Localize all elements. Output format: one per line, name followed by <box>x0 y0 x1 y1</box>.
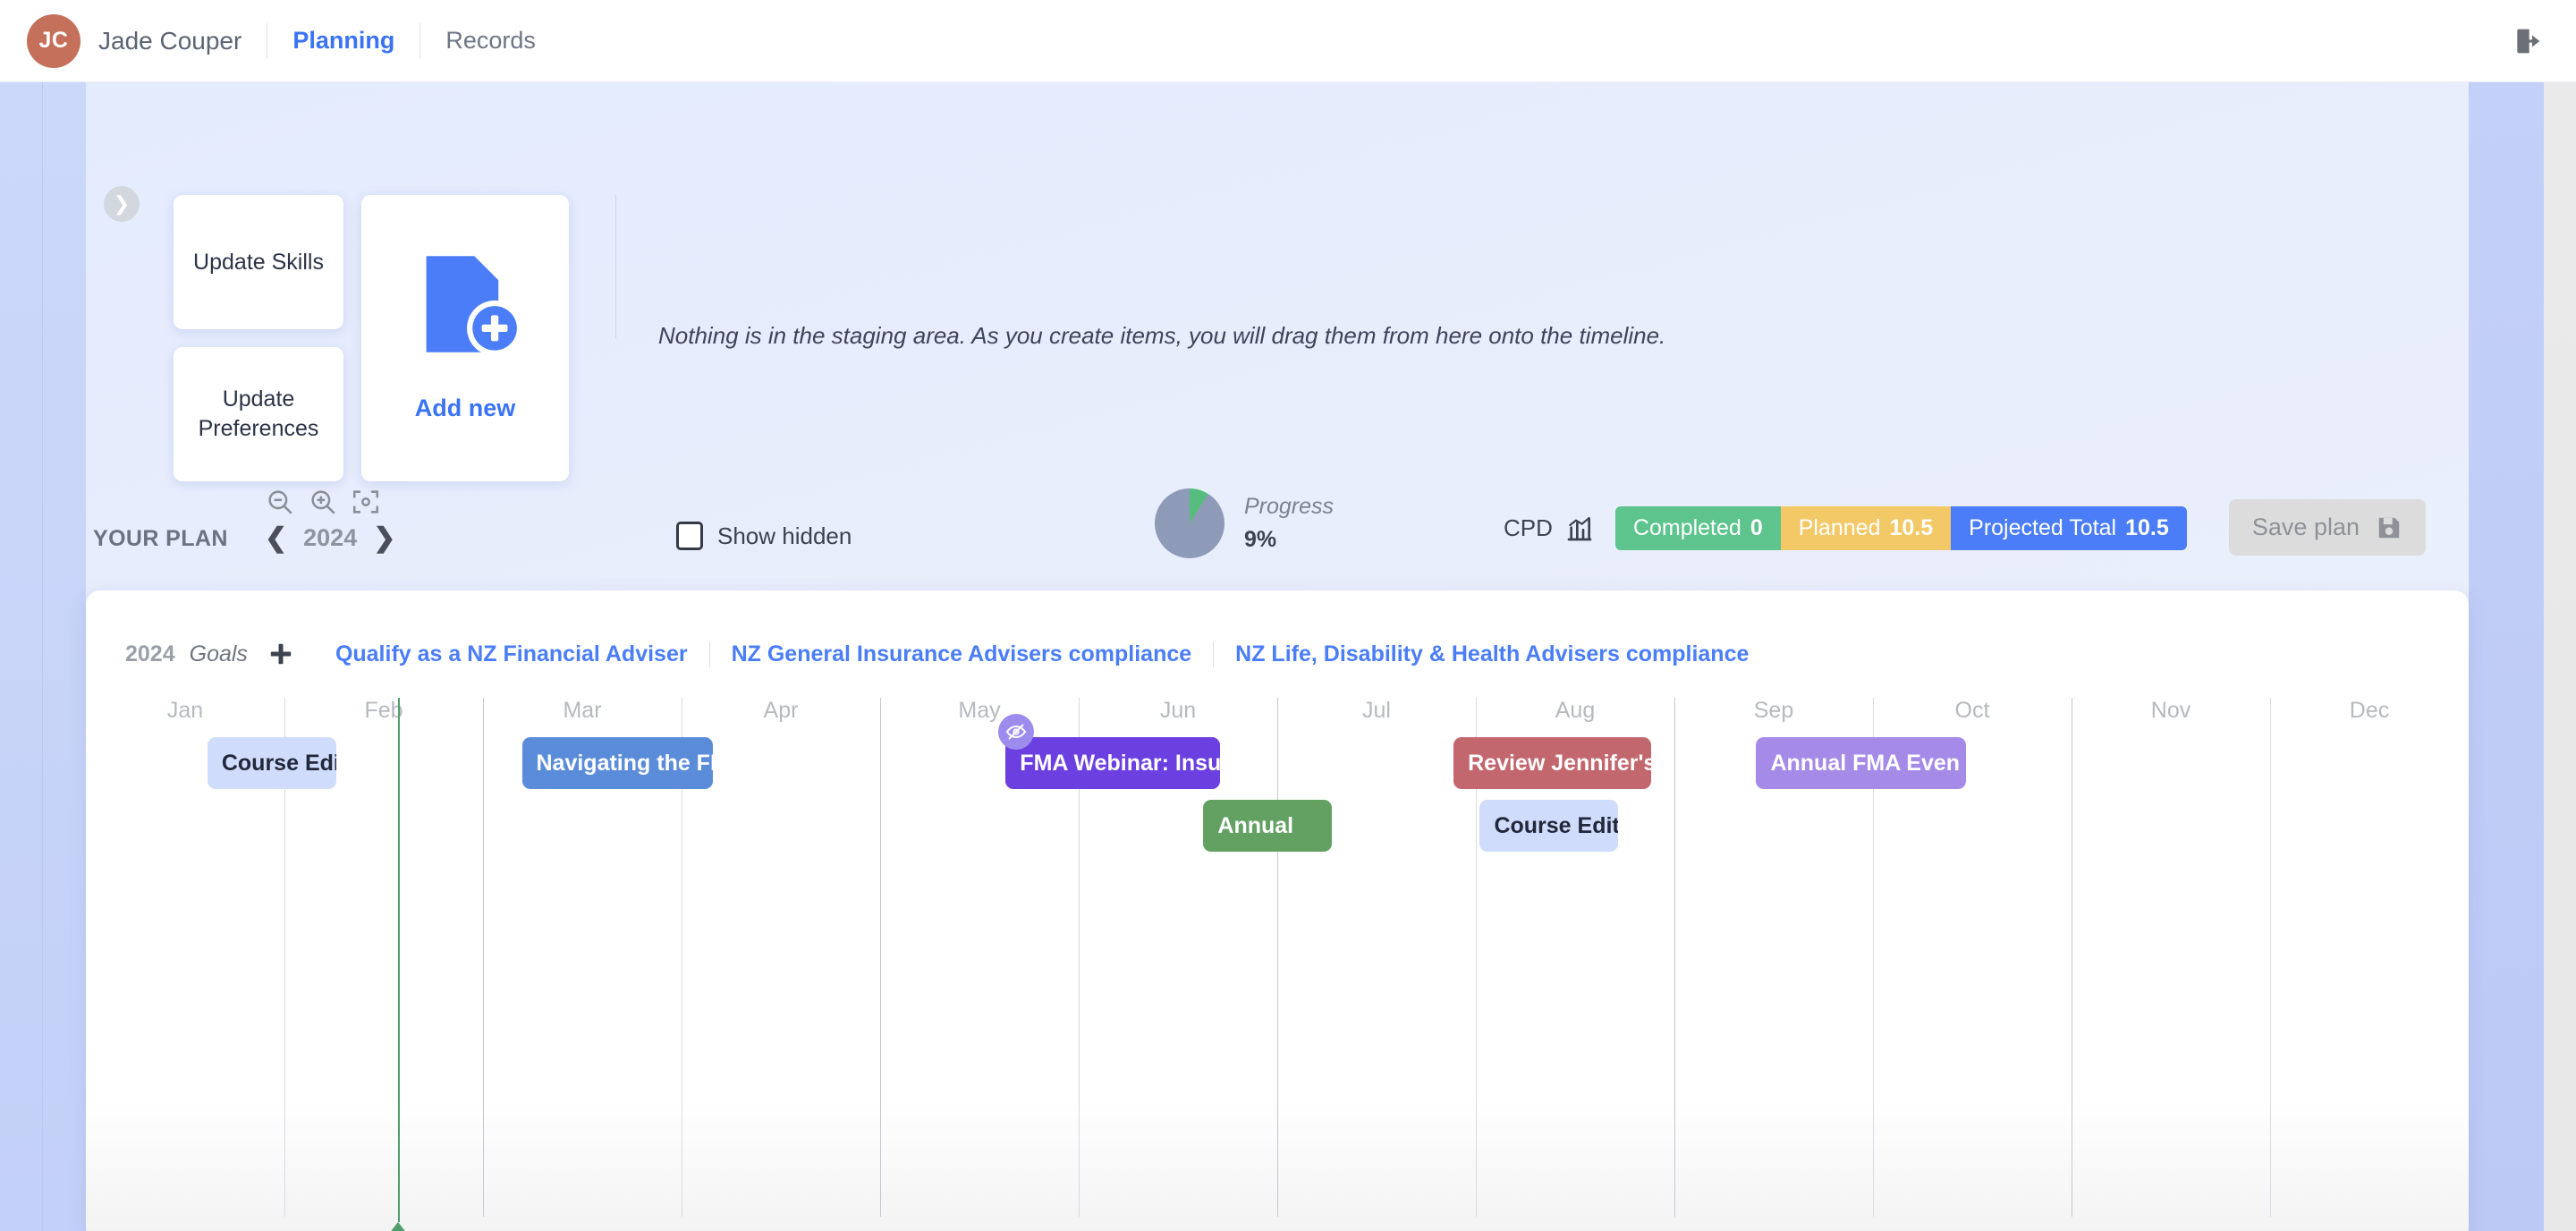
timeline-item-title: Annual FMA Even <box>1770 750 1961 776</box>
card-update-preferences[interactable]: Update Preferences <box>174 347 343 481</box>
month-divider-may <box>880 698 881 1217</box>
staging-area: ❯ Update Skills Update Preferences Add n… <box>86 82 2469 481</box>
today-marker-arrow <box>387 1222 408 1231</box>
year-navigation: ❮ 2024 ❯ <box>265 524 395 552</box>
card-update-skills[interactable]: Update Skills <box>174 195 343 329</box>
pill-completed[interactable]: Completed 0 <box>1614 506 1781 550</box>
month-label-jul: Jul <box>1362 698 1391 723</box>
pill-completed-value: 0 <box>1750 515 1763 540</box>
progress-pie-chart <box>1155 488 1224 558</box>
month-divider-dec <box>2270 698 2271 1217</box>
today-marker-line <box>397 698 400 1222</box>
save-disk-icon <box>2376 514 2402 541</box>
top-navigation-bar: JC Jade Couper Planning Records <box>0 0 2576 82</box>
goal-link-0[interactable]: Qualify as a NZ Financial Adviser <box>314 641 709 667</box>
timeline-grid: Jan Feb Mar Apr May Jun Jul Aug Sep Oct Nov Dec Cour… <box>86 698 2469 1231</box>
progress-value: 9% <box>1244 527 1277 552</box>
timeline-item[interactable]: Annual <box>1203 800 1333 852</box>
card-update-skills-label: Update Skills <box>193 249 324 275</box>
add-new-label: Add new <box>414 395 516 421</box>
pill-projected-label: Projected Total <box>1969 515 2117 540</box>
goals-label: Goals <box>189 641 248 666</box>
month-label-nov: Nov <box>2150 698 2191 723</box>
timeline-item[interactable]: Course Edit <box>1479 800 1618 852</box>
timeline-item-title: FMA Webinar: Insuran <box>1020 750 1221 776</box>
tab-planning[interactable]: Planning <box>292 27 394 55</box>
staging-divider <box>615 195 616 338</box>
plan-label: YOUR PLAN <box>93 526 228 551</box>
goals-year: 2024 <box>125 641 175 666</box>
chevron-right-icon[interactable]: ❯ <box>104 186 140 222</box>
pill-planned-value: 10.5 <box>1889 515 1934 540</box>
month-label-may: May <box>958 698 1001 723</box>
document-plus-icon <box>410 249 523 364</box>
save-plan-button[interactable]: Save plan <box>2228 499 2426 556</box>
timeline-item[interactable]: Course Edit <box>207 737 336 789</box>
timeline-item[interactable]: Annual FMA Even <box>1756 737 1966 789</box>
cpd-summary: CPD Completed 0 Planned 10.5 Projected T… <box>1504 506 2187 550</box>
progress-indicator: Progress 9% <box>1155 488 1334 558</box>
year-value: 2024 <box>303 524 358 551</box>
staging-empty-message: Nothing is in the staging area. As you c… <box>658 322 1666 349</box>
month-label-oct: Oct <box>1954 698 1990 723</box>
pill-completed-label: Completed <box>1632 515 1741 540</box>
zoom-controls <box>265 487 381 517</box>
month-label-aug: Aug <box>1555 698 1596 723</box>
timeline-card: 2024 Goals Qualify as a NZ Financial Adv… <box>86 590 2469 1231</box>
tab-records[interactable]: Records <box>445 27 536 55</box>
year-next-button[interactable]: ❯ <box>373 524 395 552</box>
logout-icon[interactable] <box>2510 23 2546 59</box>
timeline-item-title: Review Jennifer's <box>1468 750 1652 776</box>
month-label-dec: Dec <box>2349 698 2390 723</box>
plan-toolbar: YOUR PLAN ❮ 2024 ❯ Show hidden Progress … <box>86 472 2469 589</box>
add-new-card[interactable]: Add new <box>361 195 569 481</box>
pill-planned-label: Planned <box>1798 515 1881 540</box>
chart-icon <box>1565 514 1594 543</box>
quick-action-cards: Update Skills Update Preferences <box>174 195 343 481</box>
cpd-label: CPD <box>1504 514 1553 541</box>
show-hidden-toggle[interactable]: Show hidden <box>676 522 852 550</box>
timeline-item-title: Annual <box>1217 812 1294 838</box>
timeline-item[interactable]: Review Jennifer's <box>1453 737 1652 789</box>
zoom-fit-icon[interactable] <box>351 487 381 517</box>
goals-row: 2024 Goals Qualify as a NZ Financial Adv… <box>125 633 1770 675</box>
left-gutter <box>0 82 86 1231</box>
zoom-in-icon[interactable] <box>308 487 338 517</box>
pill-projected-total[interactable]: Projected Total 10.5 <box>1951 506 2187 550</box>
timeline-item[interactable]: FMA Webinar: Insuran <box>1005 737 1221 789</box>
month-divider-mar <box>483 698 484 1217</box>
page-body: ❯ Update Skills Update Preferences Add n… <box>0 82 2576 1231</box>
show-hidden-checkbox[interactable] <box>676 522 703 550</box>
progress-label: Progress <box>1244 494 1335 519</box>
timeline-item-title: Navigating the FM <box>536 750 713 776</box>
nav-divider <box>419 22 421 59</box>
pill-planned[interactable]: Planned 10.5 <box>1780 506 1952 550</box>
timeline-item[interactable]: Navigating the FM <box>521 737 713 789</box>
timeline-item-title: Course Edit <box>221 750 336 776</box>
cpd-pills: Completed 0 Planned 10.5 Projected Total… <box>1614 506 2187 550</box>
timeline-item-title: Course Edit <box>1494 812 1618 838</box>
staging-cards: Update Skills Update Preferences Add new <box>174 195 569 481</box>
goal-link-1[interactable]: NZ General Insurance Advisers compliance <box>708 641 1214 667</box>
avatar: JC <box>27 13 80 68</box>
zoom-out-icon[interactable] <box>265 487 295 517</box>
save-plan-label: Save plan <box>2251 514 2360 540</box>
pill-projected-value: 10.5 <box>2125 515 2169 540</box>
year-prev-button[interactable]: ❮ <box>265 524 287 552</box>
goal-link-2[interactable]: NZ Life, Disability & Health Advisers co… <box>1213 641 1770 667</box>
right-gutter <box>2469 82 2576 1231</box>
month-label-jan: Jan <box>166 698 204 723</box>
show-hidden-label: Show hidden <box>717 522 852 549</box>
month-divider-sep <box>1674 698 1675 1217</box>
plus-icon[interactable] <box>267 641 294 667</box>
month-label-apr: Apr <box>763 698 799 723</box>
card-update-preferences-label: Update Preferences <box>198 386 319 441</box>
month-label-jun: Jun <box>1159 698 1197 723</box>
progress-text: Progress 9% <box>1244 494 1334 553</box>
month-label-sep: Sep <box>1753 698 1794 723</box>
user-name: Jade Couper <box>98 26 242 55</box>
month-label-mar: Mar <box>563 698 602 723</box>
month-divider-jul <box>1277 698 1278 1217</box>
